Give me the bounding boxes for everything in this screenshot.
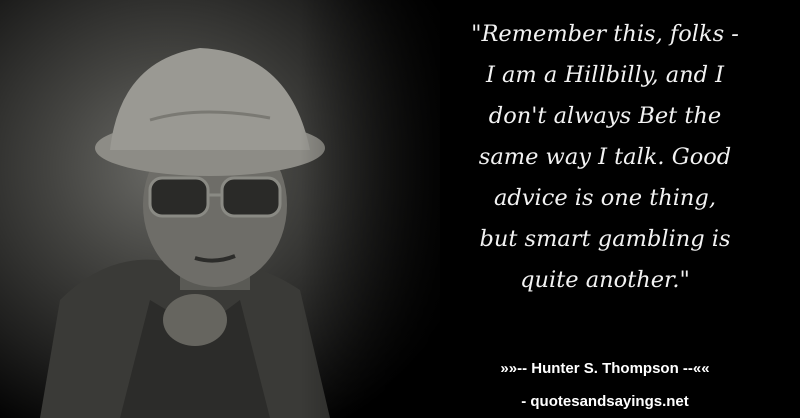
author-attribution: »»-- Hunter S. Thompson --«« (500, 360, 710, 377)
site-credit: - quotesandsayings.net (521, 393, 689, 410)
quote-line: same way I talk. Good (478, 144, 732, 170)
quote-line: but smart gambling is (479, 226, 731, 252)
quote-line: advice is one thing, (494, 185, 716, 211)
quote-line: quite another." (520, 267, 690, 293)
quote-line: I am a Hillbilly, and I (485, 62, 725, 88)
quote-line: "Remember this, folks - (471, 21, 739, 47)
quote-text: "Remember this, folks - I am a Hillbilly… (420, 14, 790, 301)
quote-line: don't always Bet the (488, 103, 722, 129)
